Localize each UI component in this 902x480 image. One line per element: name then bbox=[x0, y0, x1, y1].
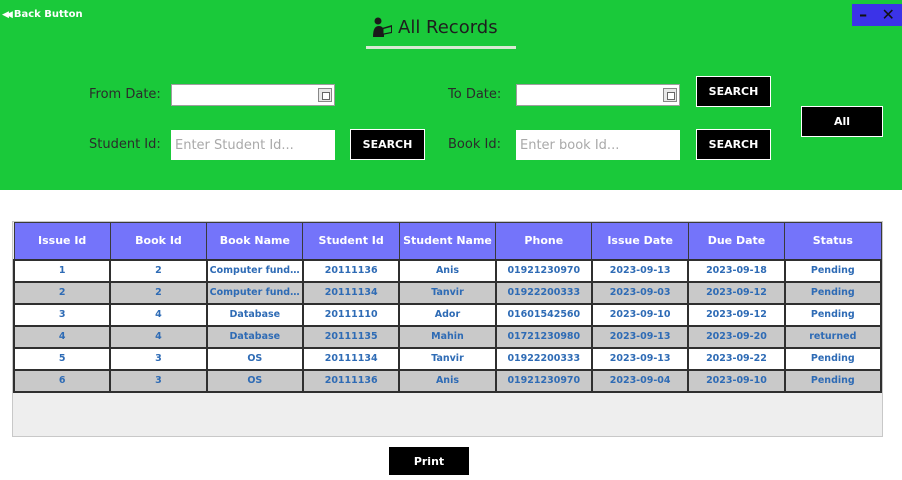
table-cell: OS bbox=[205, 368, 304, 393]
column-header[interactable]: Book Name bbox=[206, 222, 304, 260]
column-header[interactable]: Issue Id bbox=[13, 222, 111, 260]
table-cell: 2 bbox=[12, 280, 112, 305]
column-header[interactable]: Due Date bbox=[687, 222, 786, 260]
title-underline bbox=[366, 46, 516, 49]
table-cell: 4 bbox=[109, 302, 208, 327]
student-id-label: Student Id: bbox=[89, 137, 161, 152]
from-date-label: From Date: bbox=[89, 87, 161, 102]
table-cell: Tanvir bbox=[398, 346, 497, 371]
table-cell: 01921230970 bbox=[494, 368, 593, 393]
table-row[interactable]: 6 3 OS 20111136 Anis 01921230970 2023-09… bbox=[12, 368, 883, 393]
table-cell: 2 bbox=[109, 280, 208, 305]
back-button-label: Back Button bbox=[13, 9, 83, 20]
table-cell: 2023-09-13 bbox=[590, 258, 690, 283]
table-cell: 1 bbox=[12, 258, 112, 283]
status-cell: Pending bbox=[783, 258, 883, 283]
table-cell: OS bbox=[205, 346, 304, 371]
table-cell: 6 bbox=[12, 368, 112, 393]
calendar-icon[interactable] bbox=[318, 88, 332, 102]
calendar-icon[interactable] bbox=[663, 88, 677, 102]
all-records-window: ◀◀ Back Button All Records – ✕ From Date… bbox=[0, 0, 902, 480]
book-id-input[interactable] bbox=[516, 130, 680, 160]
table-cell: 2 bbox=[109, 258, 208, 283]
column-header[interactable]: Student Name bbox=[398, 222, 497, 260]
from-date-field[interactable] bbox=[171, 84, 335, 106]
student-id-input[interactable] bbox=[171, 130, 335, 160]
date-search-button[interactable]: SEARCH bbox=[696, 76, 771, 107]
column-header[interactable]: Phone bbox=[495, 222, 593, 260]
page-title: All Records bbox=[372, 16, 498, 38]
page-title-text: All Records bbox=[398, 16, 498, 38]
window-controls: – ✕ bbox=[852, 4, 902, 26]
table-cell: 2023-09-10 bbox=[687, 368, 786, 393]
column-header[interactable]: Book Id bbox=[109, 222, 208, 260]
table-cell: 2023-09-20 bbox=[687, 324, 786, 349]
column-header[interactable]: Status bbox=[784, 222, 882, 260]
table-row[interactable]: 1 2 Computer funda... 20111136 Anis 0192… bbox=[12, 258, 883, 283]
column-header[interactable]: Issue Date bbox=[591, 222, 689, 260]
minimize-button[interactable]: – bbox=[859, 7, 867, 23]
table-cell: 01921230970 bbox=[494, 258, 593, 283]
all-button[interactable]: All bbox=[801, 106, 883, 137]
table-cell: 2023-09-03 bbox=[590, 280, 690, 305]
status-cell: Pending bbox=[783, 280, 883, 305]
table-cell: 2023-09-22 bbox=[687, 346, 786, 371]
table-cell: 20111136 bbox=[301, 368, 401, 393]
table-row[interactable]: 2 2 Computer funda... 20111134 Tanvir 01… bbox=[12, 280, 883, 305]
table-cell: 2023-09-18 bbox=[687, 258, 786, 283]
table-cell: Anis bbox=[398, 368, 497, 393]
table-cell: 2023-09-12 bbox=[687, 302, 786, 327]
close-button[interactable]: ✕ bbox=[881, 7, 894, 23]
table-cell: 5 bbox=[12, 346, 112, 371]
table-cell: 4 bbox=[12, 324, 112, 349]
records-table: Issue Id Book Id Book Name Student Id St… bbox=[12, 222, 883, 393]
table-cell: 01922200333 bbox=[494, 346, 593, 371]
table-cell: 2023-09-10 bbox=[590, 302, 690, 327]
table-cell: Anis bbox=[398, 258, 497, 283]
book-search-button[interactable]: SEARCH bbox=[696, 129, 771, 160]
table-cell: 3 bbox=[12, 302, 112, 327]
table-cell: 01721230980 bbox=[494, 324, 593, 349]
table-cell: Ador bbox=[398, 302, 497, 327]
print-button[interactable]: Print bbox=[388, 446, 470, 476]
records-table-container[interactable]: Issue Id Book Id Book Name Student Id St… bbox=[12, 221, 883, 437]
table-cell: 4 bbox=[109, 324, 208, 349]
reader-icon bbox=[373, 17, 392, 37]
table-cell: 20111134 bbox=[301, 280, 401, 305]
status-cell: Pending bbox=[783, 368, 883, 393]
table-cell: 3 bbox=[109, 346, 208, 371]
table-cell: 20111110 bbox=[301, 302, 401, 327]
table-cell: 3 bbox=[109, 368, 208, 393]
table-row[interactable]: 3 4 Database 20111110 Ador 01601542560 2… bbox=[12, 302, 883, 327]
table-cell: 20111136 bbox=[301, 258, 401, 283]
table-header-row: Issue Id Book Id Book Name Student Id St… bbox=[13, 222, 882, 260]
table-row[interactable]: 5 3 OS 20111134 Tanvir 01922200333 2023-… bbox=[12, 346, 883, 371]
status-cell: Pending bbox=[783, 302, 883, 327]
table-cell: 01922200333 bbox=[494, 280, 593, 305]
table-cell: 2023-09-13 bbox=[590, 346, 690, 371]
table-cell: 2023-09-04 bbox=[590, 368, 690, 393]
table-cell: Computer funda... bbox=[205, 258, 304, 283]
to-date-field[interactable] bbox=[516, 84, 680, 106]
column-header[interactable]: Student Id bbox=[302, 222, 400, 260]
table-cell: 2023-09-13 bbox=[590, 324, 690, 349]
table-cell: Tanvir bbox=[398, 280, 497, 305]
table-cell: 20111134 bbox=[301, 346, 401, 371]
table-cell: 20111135 bbox=[301, 324, 401, 349]
status-cell: Pending bbox=[783, 346, 883, 371]
table-cell: Database bbox=[205, 324, 304, 349]
student-search-button[interactable]: SEARCH bbox=[350, 129, 425, 160]
table-cell: Database bbox=[205, 302, 304, 327]
table-cell: Computer funda... bbox=[205, 280, 304, 305]
table-cell: 2023-09-12 bbox=[687, 280, 786, 305]
table-cell: 01601542560 bbox=[494, 302, 593, 327]
double-left-arrow-icon: ◀◀ bbox=[2, 9, 13, 20]
book-id-label: Book Id: bbox=[448, 137, 501, 152]
table-row[interactable]: 4 4 Database 20111135 Mahin 01721230980 … bbox=[12, 324, 883, 349]
table-cell: Mahin bbox=[398, 324, 497, 349]
back-button[interactable]: ◀◀ Back Button bbox=[2, 9, 83, 20]
header-panel: ◀◀ Back Button All Records – ✕ From Date… bbox=[0, 0, 902, 190]
status-cell: returned bbox=[783, 324, 883, 349]
to-date-label: To Date: bbox=[448, 87, 502, 102]
